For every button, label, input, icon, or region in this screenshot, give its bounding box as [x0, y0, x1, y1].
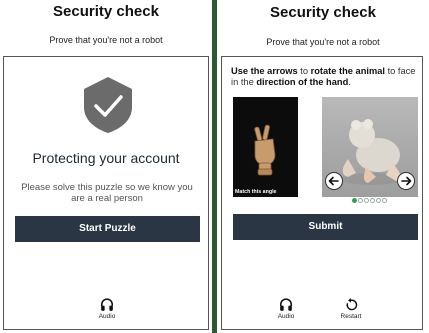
restart-label: Restart: [340, 313, 362, 320]
arrow-left-icon: [328, 176, 339, 186]
restart-icon: [346, 298, 358, 311]
rotate-right-button[interactable]: [397, 172, 415, 190]
shield-check-icon: [84, 77, 132, 133]
page-title: Security check: [270, 4, 376, 21]
page-subtitle: Prove that you're not a robot: [49, 35, 163, 45]
pager-dot[interactable]: [376, 198, 381, 203]
pager-dot[interactable]: [370, 198, 375, 203]
start-puzzle-button[interactable]: Start Puzzle: [15, 216, 200, 242]
audio-label: Audio: [277, 313, 295, 320]
image-pager: [352, 198, 387, 204]
restart-button[interactable]: Restart: [336, 298, 366, 320]
instruction-text: to: [297, 66, 311, 76]
security-check-panel-intro: Security check Prove that you're not a r…: [0, 0, 212, 333]
instruction-text: .: [348, 77, 351, 87]
audio-button[interactable]: Audio: [94, 298, 120, 320]
pager-dot[interactable]: [358, 198, 363, 203]
protecting-account-heading: Protecting your account: [32, 150, 180, 166]
arrow-right-icon: [401, 176, 412, 186]
puzzle-card: Use the arrows to rotate the animal to f…: [221, 56, 423, 330]
security-check-panel-puzzle: Security check Prove that you're not a r…: [217, 0, 429, 333]
audio-button[interactable]: Audio: [273, 298, 299, 320]
submit-button[interactable]: Submit: [233, 214, 418, 240]
instruction-direction-hand: direction of the hand: [256, 77, 349, 87]
instruction-use-arrows: Use the arrows: [231, 66, 298, 76]
puzzle-instruction: Use the arrows to rotate the animal to f…: [231, 66, 417, 88]
page-subtitle: Prove that you're not a robot: [266, 37, 380, 47]
rotatable-animal-image: [322, 97, 418, 197]
headphones-icon: [279, 298, 293, 311]
reference-hand-image: Match this angle: [233, 97, 298, 197]
pager-dot[interactable]: [364, 198, 369, 203]
page-title: Security check: [53, 3, 159, 20]
audio-label: Audio: [98, 313, 116, 320]
wooden-hand-illustration: [254, 124, 276, 176]
hand-caption: Match this angle: [235, 189, 277, 195]
puzzle-card: Protecting your account Please solve thi…: [3, 56, 209, 330]
headphones-icon: [100, 298, 114, 311]
rotate-left-button[interactable]: [325, 172, 343, 190]
pager-dot[interactable]: [352, 198, 357, 203]
pager-dot[interactable]: [382, 198, 387, 203]
puzzle-description: Please solve this puzzle so we know you …: [21, 182, 193, 204]
instruction-rotate-animal: rotate the animal: [310, 66, 385, 76]
